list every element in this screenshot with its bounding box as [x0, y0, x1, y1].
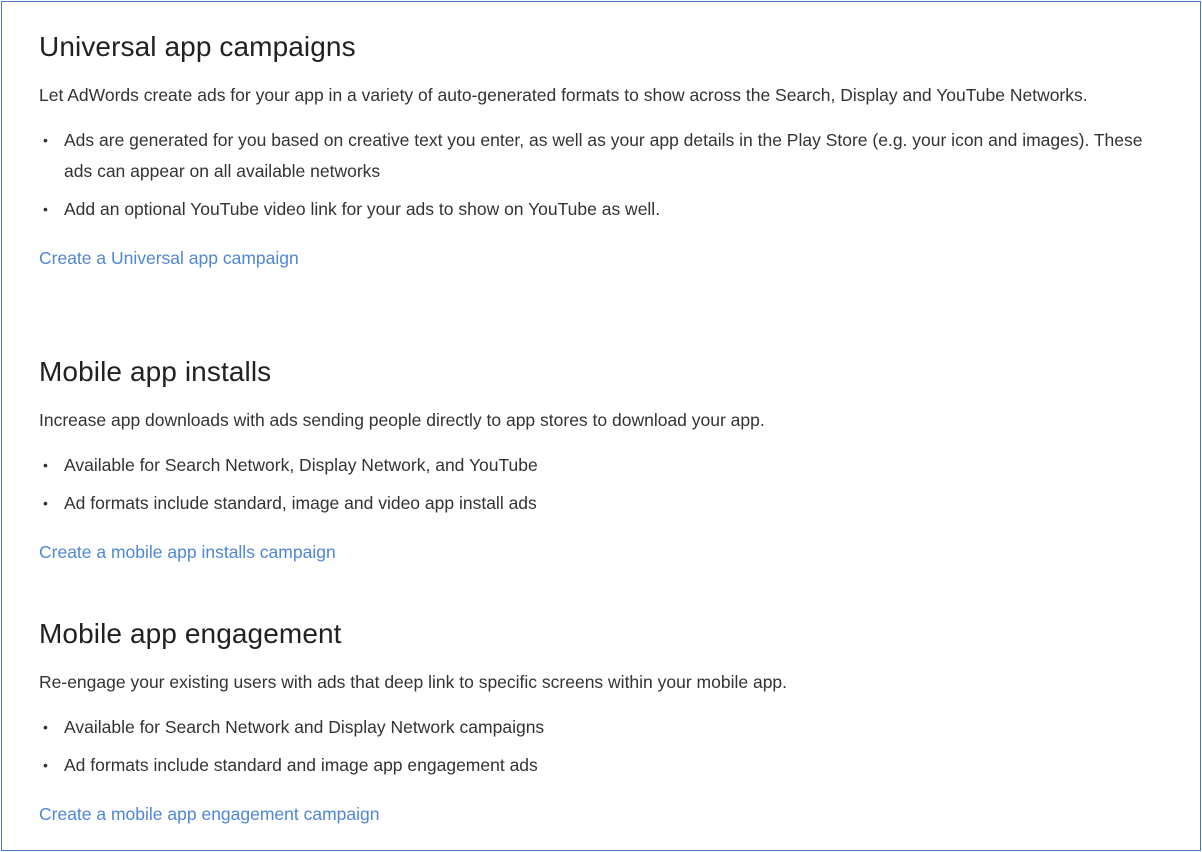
section-description: Increase app downloads with ads sending … [39, 410, 765, 430]
list-item: • Available for Search Network and Displa… [39, 712, 1170, 743]
create-mobile-app-installs-campaign-link[interactable]: Create a mobile app installs campaign [39, 538, 336, 566]
bullet-icon: • [43, 457, 48, 473]
bullet-icon: • [43, 132, 48, 148]
create-universal-app-campaign-link[interactable]: Create a Universal app campaign [39, 244, 299, 272]
bullet-icon: • [43, 719, 48, 735]
campaign-type-panel: Universal app campaigns Let AdWords crea… [1, 1, 1201, 851]
section-mobile-app-engagement: Mobile app engagement Re-engage your exi… [39, 617, 1170, 828]
section-mobile-app-installs: Mobile app installs Increase app downloa… [39, 355, 1170, 566]
section-title: Mobile app installs [39, 356, 272, 387]
list-item-text: Ad formats include standard, image and v… [64, 493, 537, 513]
create-mobile-app-engagement-campaign-link[interactable]: Create a mobile app engagement campaign [39, 800, 380, 828]
list-item: • Ads are generated for you based on crea… [39, 125, 1170, 187]
list-item-text: Available for Search Network and Display… [64, 717, 545, 737]
list-item-text: Ad formats include standard and image ap… [64, 755, 538, 775]
section-title: Mobile app engagement [39, 618, 342, 649]
list-item: • Ad formats include standard and image a… [39, 750, 1170, 781]
section-universal-app-campaigns: Universal app campaigns Let AdWords crea… [39, 30, 1170, 272]
list-item-text: Add an optional YouTube video link for y… [64, 199, 661, 219]
feature-list: • Available for Search Network, Display N… [39, 450, 1170, 519]
list-item: • Available for Search Network, Display N… [39, 450, 1170, 481]
list-item: • Add an optional YouTube video link for … [39, 194, 1170, 225]
bullet-icon: • [43, 757, 48, 773]
list-item-text: Ads are generated for you based on creat… [64, 130, 1143, 181]
section-description: Let AdWords create ads for your app in a… [39, 85, 1088, 105]
list-item-text: Available for Search Network, Display Ne… [64, 455, 538, 475]
list-item: • Ad formats include standard, image and … [39, 488, 1170, 519]
section-title: Universal app campaigns [39, 31, 356, 62]
bullet-icon: • [43, 495, 48, 511]
bullet-icon: • [43, 201, 48, 217]
feature-list: • Available for Search Network and Displa… [39, 712, 1170, 781]
feature-list: • Ads are generated for you based on crea… [39, 125, 1170, 225]
section-description: Re-engage your existing users with ads t… [39, 672, 788, 692]
